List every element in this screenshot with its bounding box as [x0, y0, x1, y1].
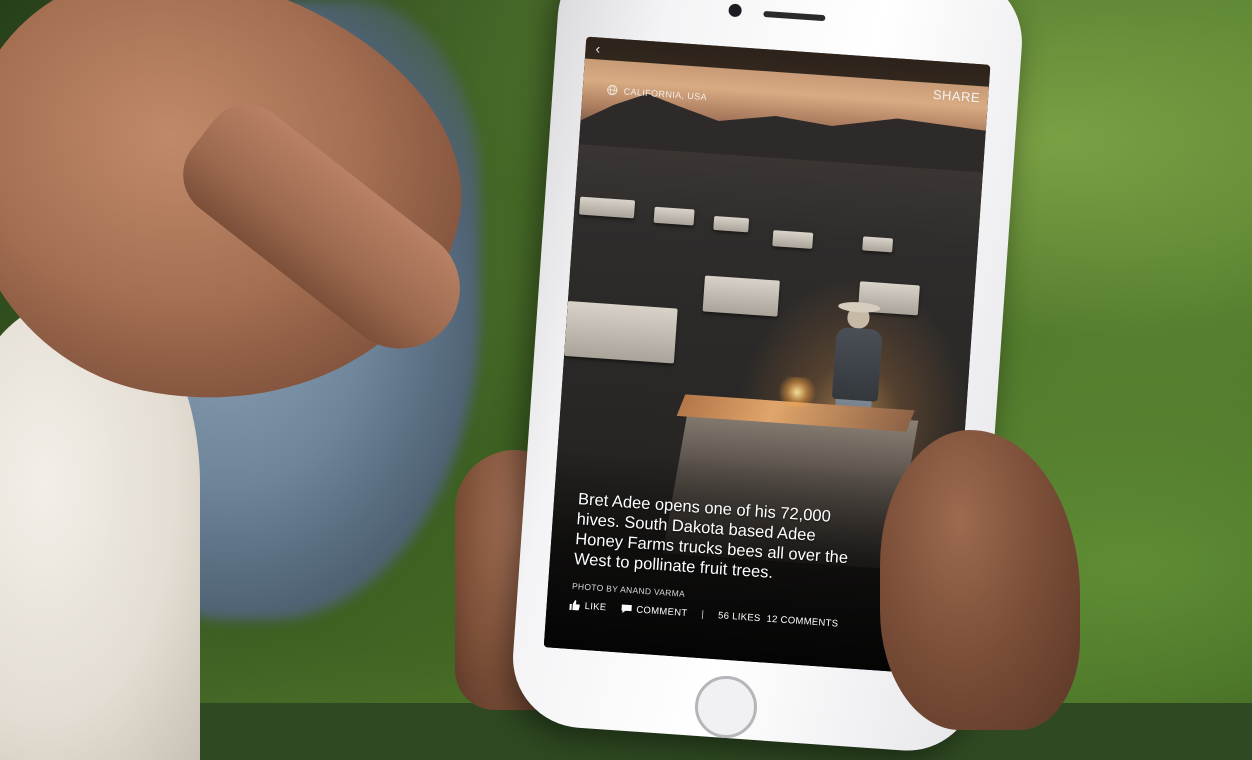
speech-bubble-icon	[621, 604, 632, 613]
like-label: LIKE	[584, 600, 607, 613]
thumbs-up-icon	[569, 600, 580, 611]
hive-stack	[564, 300, 678, 364]
hive-box	[653, 206, 695, 226]
globe-icon	[607, 84, 618, 96]
hive-box	[578, 196, 636, 219]
hive-box	[702, 275, 780, 317]
share-button[interactable]: SHARE	[932, 87, 980, 105]
likes-count[interactable]: 56 LIKES	[718, 610, 761, 624]
hive-box	[772, 230, 814, 249]
back-icon[interactable]: ‹	[595, 39, 601, 57]
hive-box	[713, 215, 750, 233]
hive-box	[862, 236, 894, 253]
home-button[interactable]	[692, 673, 760, 741]
separator: |	[701, 608, 705, 620]
like-button[interactable]: LIKE	[568, 599, 607, 614]
front-camera	[728, 3, 743, 18]
earpiece-speaker	[763, 10, 826, 22]
smoker-glow	[776, 375, 819, 409]
mountain-silhouette	[579, 84, 987, 172]
